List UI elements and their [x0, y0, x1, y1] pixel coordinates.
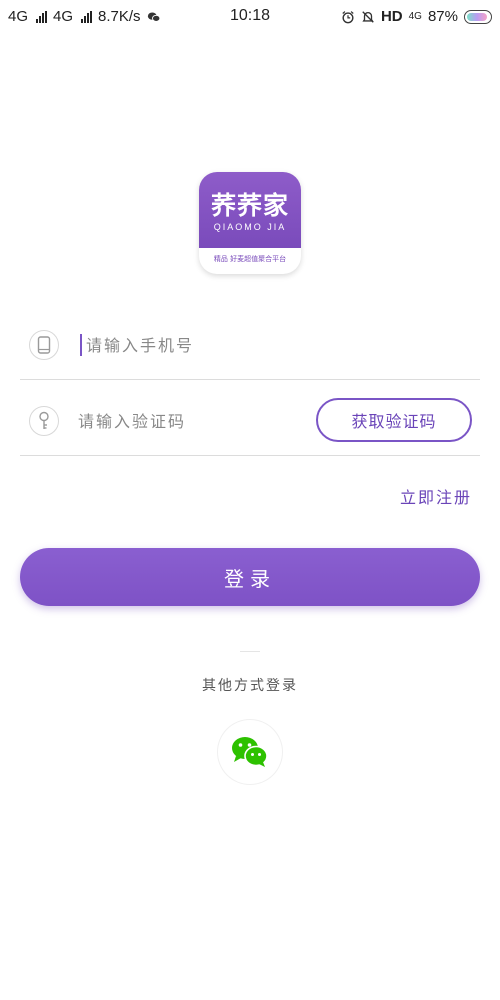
status-right: HD 4G 87% [341, 8, 492, 25]
hd-indicator: HD [380, 8, 403, 25]
register-link[interactable]: 立即注册 [400, 484, 472, 508]
phone-input[interactable] [78, 330, 318, 360]
logo-tagline: 精品 好麦超值聚合平台 [213, 255, 287, 263]
signal-icon-2 [81, 10, 93, 23]
phone-field-row [20, 310, 480, 380]
other-login-label: 其他方式登录 [202, 678, 298, 694]
wechat-notification-icon [147, 11, 160, 22]
network-speed: 8.7K/s [98, 8, 141, 25]
phone-icon [29, 330, 59, 360]
get-code-button[interactable]: 获取验证码 [316, 398, 472, 442]
signal-icon [36, 10, 48, 23]
network-type-1: 4G [8, 8, 29, 25]
status-left: 4G 4G 8.7K/s [8, 8, 161, 25]
key-icon [29, 406, 59, 436]
logo-title: 荞荞家 [210, 191, 289, 220]
battery-icon [464, 9, 492, 24]
network-type-3: 4G [408, 11, 422, 22]
status-bar: 4G 4G 8.7K/s 10:18 HD 4G 87% [0, 0, 500, 34]
divider [240, 651, 260, 652]
logo-subtitle: QIAOMO JIA [213, 222, 287, 232]
login-button[interactable]: 登录 [20, 548, 480, 606]
network-type-2: 4G [53, 8, 74, 25]
battery-percent: 87% [427, 8, 458, 25]
text-cursor [80, 334, 82, 356]
code-field-row: 获取验证码 [20, 386, 480, 456]
alarm-icon [342, 10, 354, 23]
code-input[interactable] [78, 406, 288, 436]
mute-icon [362, 10, 374, 23]
wechat-icon [232, 737, 268, 767]
app-logo: 荞荞家 QIAOMO JIA 精品 好麦超值聚合平台 [199, 172, 301, 274]
wechat-login-button[interactable] [218, 720, 282, 784]
